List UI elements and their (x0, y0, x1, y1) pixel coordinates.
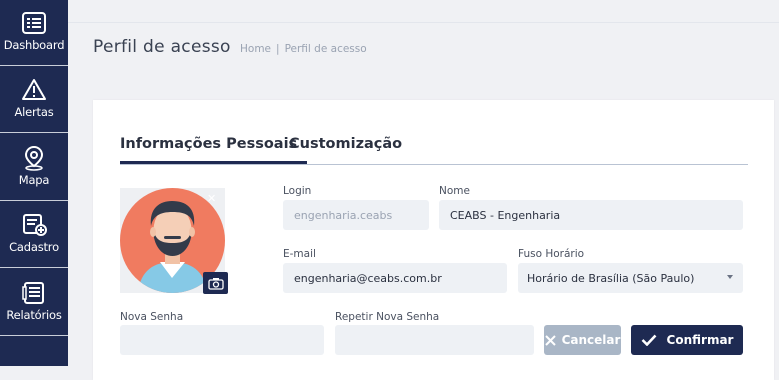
nova-senha-field[interactable] (120, 325, 324, 355)
sidebar-item-label: Alertas (14, 105, 54, 119)
nome-label: Nome (439, 185, 470, 197)
sidebar-item-mapa[interactable]: Mapa (0, 135, 68, 201)
map-pin-icon (20, 145, 48, 171)
nome-field[interactable]: CEABS - Engenharia (439, 200, 743, 230)
fuso-select-value: Horário de Brasília (São Paulo) (527, 271, 695, 285)
sidebar-item-label: Mapa (18, 173, 50, 187)
reports-icon (20, 280, 48, 306)
breadcrumb-separator: | (276, 43, 280, 55)
fuso-label: Fuso Horário (518, 248, 585, 260)
register-icon (20, 212, 48, 238)
close-icon[interactable]: ✕ (207, 192, 216, 205)
dashboard-icon (20, 10, 48, 36)
profile-tabs: Informações Pessoais Customização (120, 136, 748, 165)
camera-icon[interactable] (203, 272, 228, 294)
tab-customizacao[interactable]: Customização (289, 136, 402, 152)
nova-senha-label: Nova Senha (120, 311, 184, 323)
tab-informacoes-pessoais[interactable]: Informações Pessoais (120, 136, 308, 164)
confirm-button[interactable]: Confirmar (631, 325, 743, 355)
sidebar-item-label: Relatórios (6, 308, 62, 322)
confirm-button-label: Confirmar (666, 333, 734, 347)
sidebar-item-cadastro[interactable]: Cadastro (0, 202, 68, 268)
sidebar-item-dashboard[interactable]: Dashboard (0, 0, 68, 66)
email-label: E-mail (283, 248, 316, 260)
sidebar-item-alertas[interactable]: Alertas (0, 67, 68, 133)
breadcrumb: Home | Perfil de acesso (240, 43, 367, 55)
close-icon (544, 334, 556, 346)
breadcrumb-current: Perfil de acesso (284, 43, 367, 55)
cancel-button-label: Cancelar (561, 333, 621, 347)
cancel-button[interactable]: Cancelar (544, 325, 621, 355)
email-field[interactable]: engenharia@ceabs.com.br (283, 263, 507, 293)
warning-icon (20, 77, 48, 103)
repetir-senha-field[interactable] (335, 325, 534, 355)
page-title: Perfil de acesso (93, 37, 231, 57)
login-label: Login (283, 185, 312, 197)
login-field: engenharia.ceabs (283, 200, 429, 230)
fuso-select[interactable]: Horário de Brasília (São Paulo) (518, 263, 743, 293)
top-bar (68, 0, 779, 23)
sidebar-item-label: Cadastro (9, 240, 59, 254)
repetir-senha-label: Repetir Nova Senha (335, 311, 440, 323)
sidebar: Dashboard Alertas Mapa Cadastro Relatóri… (0, 0, 68, 366)
sidebar-item-relatorios[interactable]: Relatórios (0, 270, 68, 336)
check-icon (641, 334, 657, 346)
chevron-down-icon (727, 275, 733, 279)
breadcrumb-home[interactable]: Home (240, 43, 271, 55)
sidebar-item-label: Dashboard (3, 38, 65, 52)
